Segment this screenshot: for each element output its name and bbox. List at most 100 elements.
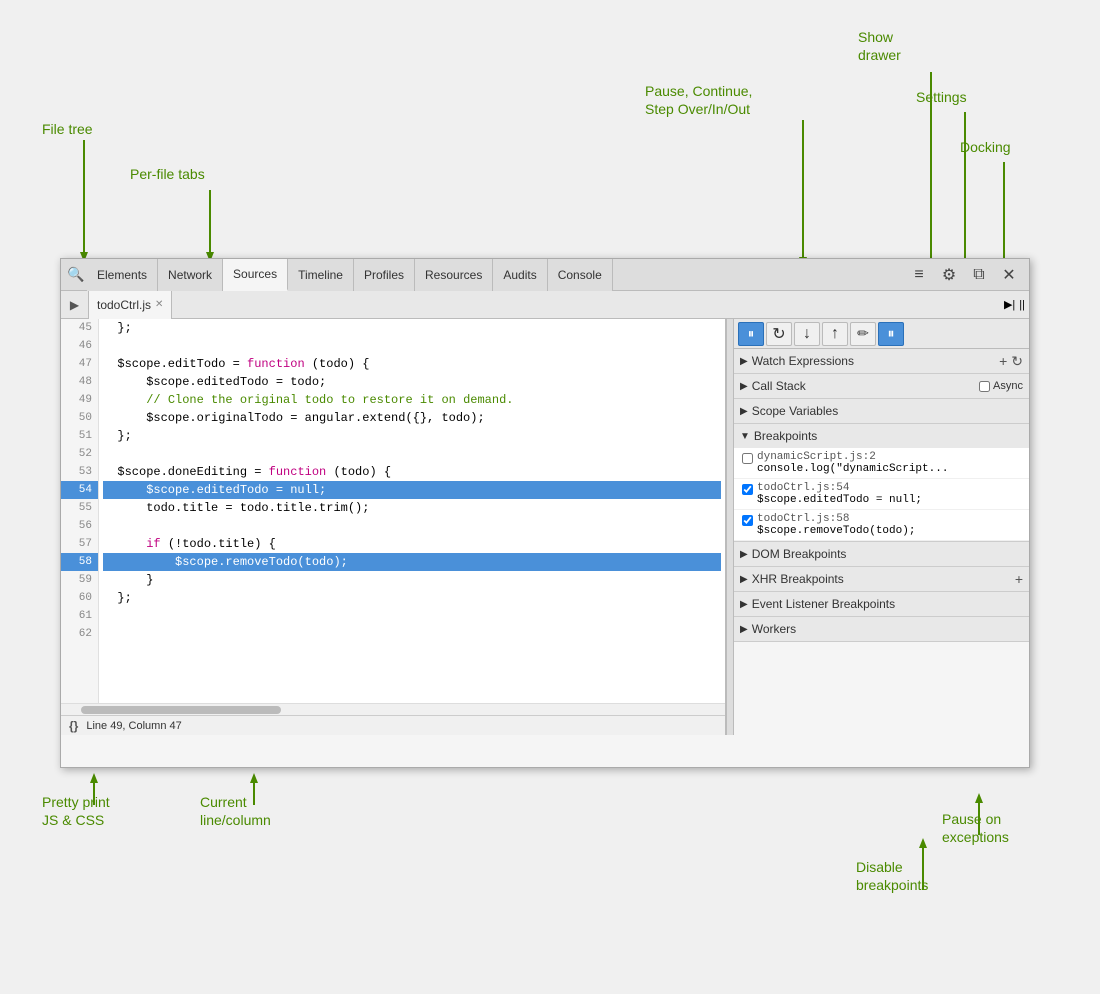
line-num-49: 49 xyxy=(61,391,98,409)
tab-resources[interactable]: Resources xyxy=(415,259,493,291)
horizontal-scrollbar[interactable] xyxy=(61,703,725,715)
code-line-60: }; xyxy=(103,589,721,607)
run-snippet-button[interactable]: ▶| xyxy=(1004,298,1015,311)
breakpoint-checkbox-3[interactable] xyxy=(742,515,753,526)
annotation-pretty-print: Pretty printJS & CSS xyxy=(42,793,110,829)
code-line-47: $scope.editTodo = function (todo) { xyxy=(103,355,721,373)
step-out-button[interactable]: ↑ xyxy=(822,322,848,346)
breakpoints-triangle: ▼ xyxy=(740,431,750,442)
breakpoint-location-1: dynamicScript.js:2 xyxy=(757,451,948,463)
breakpoint-content-2: todoCtrl.js:54 $scope.editedTodo = null; xyxy=(757,482,922,506)
dom-breakpoints-header[interactable]: ▶ DOM Breakpoints xyxy=(734,542,1029,566)
dom-breakpoints-label: DOM Breakpoints xyxy=(752,547,847,561)
add-xhr-button[interactable]: + xyxy=(1015,571,1023,587)
right-panel-inner: ▶ Watch Expressions + ↻ ▶ Call Stack xyxy=(734,349,1029,735)
tab-profiles[interactable]: Profiles xyxy=(354,259,415,291)
right-panel: ⏸ ↻ ↓ ↑ ✏ ⏸ ▶ Watch Expressions + xyxy=(734,319,1029,735)
line-num-50: 50 xyxy=(61,409,98,427)
code-lines: 45 46 47 48 49 50 51 52 53 54 55 56 57 5… xyxy=(61,319,725,703)
line-num-60: 60 xyxy=(61,589,98,607)
devtools-content: 45 46 47 48 49 50 51 52 53 54 55 56 57 5… xyxy=(61,319,1029,735)
console-drawer-button[interactable]: ≡ xyxy=(907,263,931,287)
refresh-watch-button[interactable]: ↻ xyxy=(1011,353,1023,370)
breakpoint-item-1: dynamicScript.js:2 console.log("dynamicS… xyxy=(734,448,1029,479)
deactivate-breakpoints-button[interactable]: ✏ xyxy=(850,322,876,346)
add-watch-button[interactable]: + xyxy=(999,353,1007,370)
xhr-breakpoints-actions: + xyxy=(1015,571,1023,587)
line-num-54: 54 xyxy=(61,481,98,499)
scope-variables-triangle: ▶ xyxy=(740,406,748,417)
scrollbar-thumb[interactable] xyxy=(81,706,281,714)
file-tabs-right: ▶| || xyxy=(1004,298,1029,311)
call-stack-header[interactable]: ▶ Call Stack Async xyxy=(734,374,1029,398)
watch-expressions-actions: + ↻ xyxy=(999,353,1023,370)
settings-button[interactable]: ⚙ xyxy=(937,263,961,287)
watch-expressions-triangle: ▶ xyxy=(740,356,748,367)
code-content[interactable]: }; $scope.editTodo = function (todo) { $… xyxy=(99,319,725,703)
line-num-52: 52 xyxy=(61,445,98,463)
breakpoint-content-1: dynamicScript.js:2 console.log("dynamicS… xyxy=(757,451,948,475)
pause-resume-button[interactable]: ⏸ xyxy=(738,322,764,346)
xhr-breakpoints-header[interactable]: ▶ XHR Breakpoints + xyxy=(734,567,1029,591)
file-tab-close[interactable]: ✕ xyxy=(155,299,163,310)
workers-header[interactable]: ▶ Workers xyxy=(734,617,1029,641)
tab-timeline[interactable]: Timeline xyxy=(288,259,354,291)
annotation-pause-exceptions: Pause onexceptions xyxy=(942,810,1009,846)
line-num-51: 51 xyxy=(61,427,98,445)
scope-variables-header[interactable]: ▶ Scope Variables xyxy=(734,399,1029,423)
workers-label: Workers xyxy=(752,622,796,636)
breakpoint-location-2: todoCtrl.js:54 xyxy=(757,482,922,494)
annotation-disable-breakpoints: Disablebreakpoints xyxy=(856,858,928,894)
watch-expressions-header[interactable]: ▶ Watch Expressions + ↻ xyxy=(734,349,1029,373)
watch-expressions-section: ▶ Watch Expressions + ↻ xyxy=(734,349,1029,374)
close-button[interactable]: ✕ xyxy=(997,263,1021,287)
breakpoint-checkbox-2[interactable] xyxy=(742,484,753,495)
panel-scrollable[interactable]: ▶ Watch Expressions + ↻ ▶ Call Stack xyxy=(734,349,1029,735)
code-line-53: $scope.doneEditing = function (todo) { xyxy=(103,463,721,481)
line-num-61: 61 xyxy=(61,607,98,625)
breakpoints-content: dynamicScript.js:2 console.log("dynamicS… xyxy=(734,448,1029,541)
line-num-48: 48 xyxy=(61,373,98,391)
breakpoint-code-2: $scope.editedTodo = null; xyxy=(757,494,922,506)
workers-triangle: ▶ xyxy=(740,624,748,635)
async-label: Async xyxy=(979,380,1023,392)
file-tab-todoctrl[interactable]: todoCtrl.js ✕ xyxy=(89,291,172,319)
event-listener-header[interactable]: ▶ Event Listener Breakpoints xyxy=(734,592,1029,616)
tab-console[interactable]: Console xyxy=(548,259,613,291)
annotation-file-tree: File tree xyxy=(42,120,93,138)
breakpoint-code-3: $scope.removeTodo(todo); xyxy=(757,525,915,537)
code-line-62 xyxy=(103,625,721,643)
code-line-45: }; xyxy=(103,319,721,337)
step-over-button[interactable]: ↻ xyxy=(766,322,792,346)
format-button[interactable]: || xyxy=(1019,299,1025,311)
tab-elements[interactable]: Elements xyxy=(87,259,158,291)
line-num-53: 53 xyxy=(61,463,98,481)
annotation-docking: Docking xyxy=(960,138,1011,156)
pretty-print-button[interactable]: {} xyxy=(69,719,78,733)
step-into-button[interactable]: ↓ xyxy=(794,322,820,346)
breakpoint-item-2: todoCtrl.js:54 $scope.editedTodo = null; xyxy=(734,479,1029,510)
tab-audits[interactable]: Audits xyxy=(493,259,547,291)
breakpoint-checkbox-1[interactable] xyxy=(742,453,753,464)
pause-exceptions-button[interactable]: ⏸ xyxy=(878,322,904,346)
call-stack-label: Call Stack xyxy=(752,379,806,393)
tab-network[interactable]: Network xyxy=(158,259,223,291)
line-num-58: 58 xyxy=(61,553,98,571)
event-listener-label: Event Listener Breakpoints xyxy=(752,597,895,611)
async-checkbox[interactable] xyxy=(979,381,990,392)
line-num-47: 47 xyxy=(61,355,98,373)
devtools-window: 🔍 Elements Network Sources Timeline Prof… xyxy=(60,258,1030,768)
undock-button[interactable]: ⧉ xyxy=(967,263,991,287)
panel-divider[interactable] xyxy=(726,319,734,735)
file-tree-toggle[interactable]: ▶ xyxy=(61,291,89,319)
breakpoints-header[interactable]: ▼ Breakpoints xyxy=(734,424,1029,448)
tab-sources[interactable]: Sources xyxy=(223,259,288,291)
line-num-46: 46 xyxy=(61,337,98,355)
breakpoint-code-1: console.log("dynamicScript... xyxy=(757,463,948,475)
search-button[interactable]: 🔍 xyxy=(65,264,87,286)
event-listener-section: ▶ Event Listener Breakpoints xyxy=(734,592,1029,617)
breakpoints-section: ▼ Breakpoints dynamicScript.js:2 console… xyxy=(734,424,1029,542)
line-num-62: 62 xyxy=(61,625,98,643)
debug-toolbar: ⏸ ↻ ↓ ↑ ✏ ⏸ xyxy=(734,319,1029,349)
devtools-toolbar: 🔍 Elements Network Sources Timeline Prof… xyxy=(61,259,1029,291)
